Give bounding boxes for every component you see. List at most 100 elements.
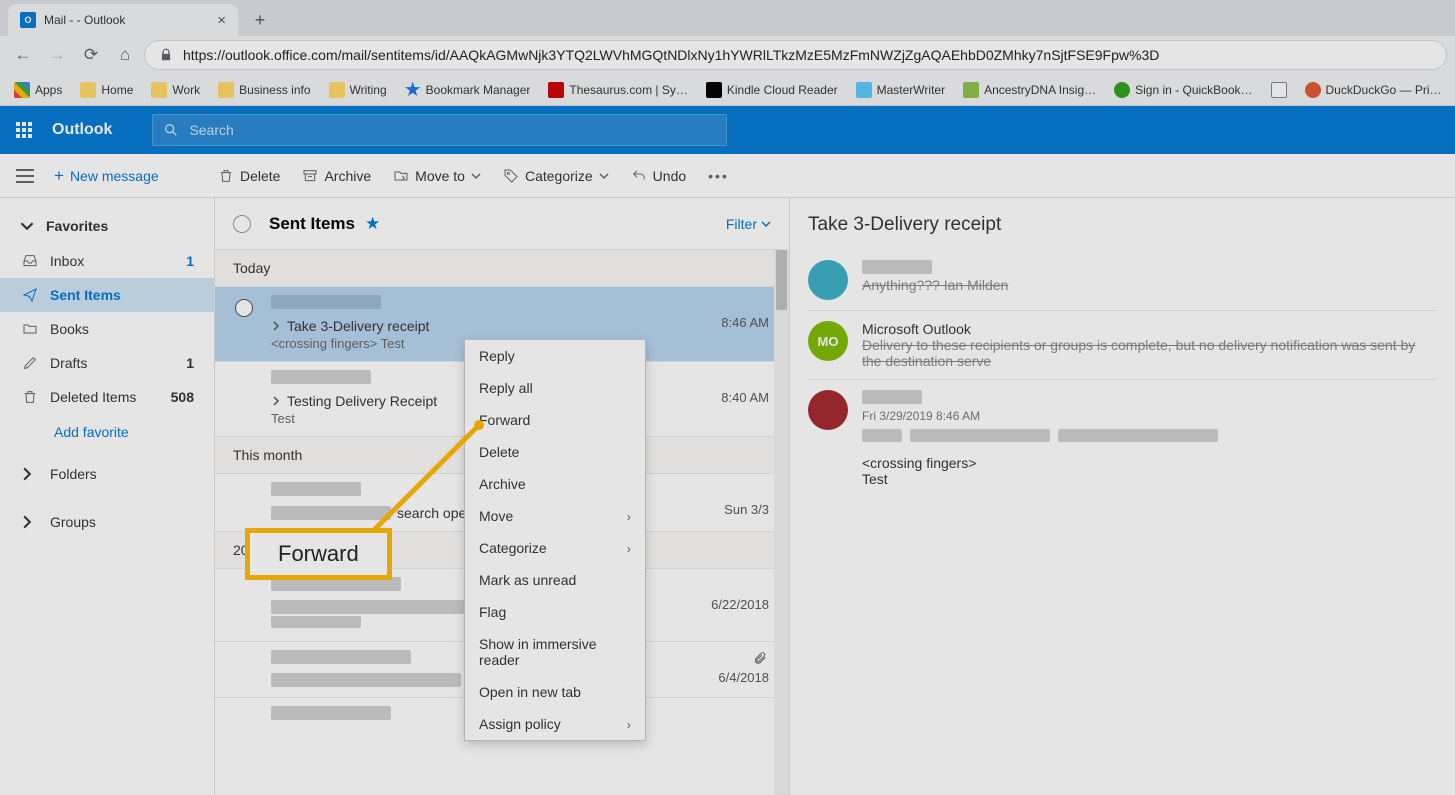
scrollbar-thumb[interactable] — [776, 250, 787, 310]
favorite-star-icon[interactable]: ★ — [365, 214, 380, 234]
ctx-archive[interactable]: Archive — [465, 468, 645, 500]
avatar — [808, 260, 848, 300]
app-launcher-button[interactable] — [0, 106, 48, 154]
folder-title: Sent Items — [269, 214, 355, 234]
archive-icon — [302, 168, 318, 184]
quickbooks-bookmark[interactable]: Sign in - QuickBook… — [1108, 78, 1258, 102]
conversation-row[interactable]: Anything??? Ian Milden — [808, 250, 1437, 311]
undo-button[interactable]: Undo — [631, 168, 686, 184]
conversation-row[interactable]: MO Microsoft Outlook Delivery to these r… — [808, 311, 1437, 380]
ctx-forward[interactable]: Forward — [465, 404, 645, 436]
folder-icon — [218, 82, 234, 98]
select-all-toggle[interactable] — [233, 215, 251, 233]
home-bookmark[interactable]: Home — [74, 78, 139, 102]
ctx-move[interactable]: Move› — [465, 500, 645, 532]
close-tab-icon[interactable]: × — [217, 12, 226, 29]
page-bookmark[interactable] — [1265, 78, 1293, 102]
avatar: MO — [808, 321, 848, 361]
ctx-delete[interactable]: Delete — [465, 436, 645, 468]
ctx-reply[interactable]: Reply — [465, 340, 645, 372]
preview-redacted — [271, 616, 361, 628]
chevron-right-icon: › — [627, 541, 631, 556]
work-bookmark[interactable]: Work — [145, 78, 206, 102]
masterwriter-icon — [856, 82, 872, 98]
chevron-down-icon — [471, 171, 481, 181]
ctx-open-new-tab[interactable]: Open in new tab — [465, 676, 645, 708]
groups-header[interactable]: Groups — [0, 498, 214, 546]
ctx-mark-unread[interactable]: Mark as unread — [465, 564, 645, 596]
thesaurus-bookmark[interactable]: Thesaurus.com | Sy… — [542, 78, 694, 102]
forward-button[interactable]: → — [42, 40, 72, 70]
outlook-brand: Outlook — [52, 121, 112, 139]
mail-time: 6/22/2018 — [711, 597, 769, 612]
tab-bar: O Mail - - Outlook × + — [0, 0, 1455, 36]
chevron-down-icon — [20, 219, 34, 233]
mail-time: Sun 3/3 — [724, 502, 769, 517]
business-bookmark[interactable]: Business info — [212, 78, 316, 102]
archive-button[interactable]: Archive — [302, 168, 371, 184]
sent-items-folder[interactable]: Sent Items — [0, 278, 214, 312]
writing-bookmark[interactable]: Writing — [323, 78, 393, 102]
conversation-row[interactable]: Fri 3/29/2019 8:46 AM <crossing fingers>… — [808, 380, 1437, 497]
more-button[interactable]: ••• — [708, 168, 729, 184]
kindle-bookmark[interactable]: Kindle Cloud Reader — [700, 78, 844, 102]
select-circle[interactable] — [235, 299, 253, 317]
thesaurus-icon — [548, 82, 564, 98]
move-to-button[interactable]: Move to — [393, 168, 481, 184]
deleted-items-folder[interactable]: Deleted Items 508 — [0, 380, 214, 414]
chevron-right-icon — [271, 396, 281, 406]
waffle-icon — [16, 122, 32, 138]
conv-preview: Anything??? Ian Milden — [862, 277, 1437, 293]
undo-icon — [631, 168, 647, 184]
ctx-immersive[interactable]: Show in immersive reader — [465, 628, 645, 676]
mail-time: 8:46 AM — [721, 315, 769, 330]
tab-title: Mail - - Outlook — [44, 13, 125, 27]
conv-date: Fri 3/29/2019 8:46 AM — [862, 409, 1437, 423]
bookmark-manager-bookmark[interactable]: Bookmark Manager — [399, 78, 537, 102]
new-message-button[interactable]: + New message — [54, 166, 159, 186]
list-scrollbar[interactable] — [774, 250, 789, 795]
categorize-button[interactable]: Categorize — [503, 168, 609, 184]
pencil-icon — [22, 355, 38, 371]
url-field[interactable]: https://outlook.office.com/mail/sentitem… — [144, 40, 1447, 70]
masterwriter-bookmark[interactable]: MasterWriter — [850, 78, 951, 102]
folder-icon — [151, 82, 167, 98]
new-tab-button[interactable]: + — [246, 6, 274, 34]
drafts-folder[interactable]: Drafts 1 — [0, 346, 214, 380]
ctx-categorize[interactable]: Categorize› — [465, 532, 645, 564]
delete-button[interactable]: Delete — [218, 168, 280, 184]
ctx-assign-policy[interactable]: Assign policy› — [465, 708, 645, 740]
folder-nav: Favorites Inbox 1 Sent Items Books Draft… — [0, 198, 215, 795]
favorites-header[interactable]: Favorites — [0, 208, 214, 244]
search-input[interactable]: Search — [152, 114, 727, 146]
kindle-icon — [706, 82, 722, 98]
browser-tab[interactable]: O Mail - - Outlook × — [8, 4, 238, 36]
filter-button[interactable]: Filter — [726, 216, 771, 232]
ancestry-bookmark[interactable]: AncestryDNA Insig… — [957, 78, 1102, 102]
quickbooks-icon — [1114, 82, 1130, 98]
group-today: Today — [215, 250, 789, 287]
search-icon — [163, 122, 179, 138]
folders-header[interactable]: Folders — [0, 450, 214, 498]
books-folder[interactable]: Books — [0, 312, 214, 346]
nav-toggle-button[interactable] — [16, 169, 34, 183]
add-favorite-link[interactable]: Add favorite — [0, 414, 214, 450]
conv-body-line: <crossing fingers> — [862, 455, 1437, 471]
callout-box: Forward — [245, 528, 392, 580]
reading-pane: Take 3-Delivery receipt Anything??? Ian … — [790, 198, 1455, 795]
mail-subject: Take 3-Delivery receipt — [287, 318, 429, 334]
reload-button[interactable]: ⟳ — [76, 40, 106, 70]
sender-redacted — [271, 650, 411, 664]
home-button[interactable]: ⌂ — [110, 40, 140, 70]
chevron-right-icon — [20, 515, 34, 529]
inbox-folder[interactable]: Inbox 1 — [0, 244, 214, 278]
back-button[interactable]: ← — [8, 40, 38, 70]
outlook-header: Outlook Search — [0, 106, 1455, 154]
search-placeholder: Search — [189, 122, 233, 138]
moveto-icon — [393, 168, 409, 184]
ctx-reply-all[interactable]: Reply all — [465, 372, 645, 404]
ctx-flag[interactable]: Flag — [465, 596, 645, 628]
apps-bookmark[interactable]: Apps — [8, 78, 68, 102]
callout-label: Forward — [245, 528, 392, 580]
duckduckgo-bookmark[interactable]: DuckDuckGo — Pri… — [1299, 78, 1448, 102]
